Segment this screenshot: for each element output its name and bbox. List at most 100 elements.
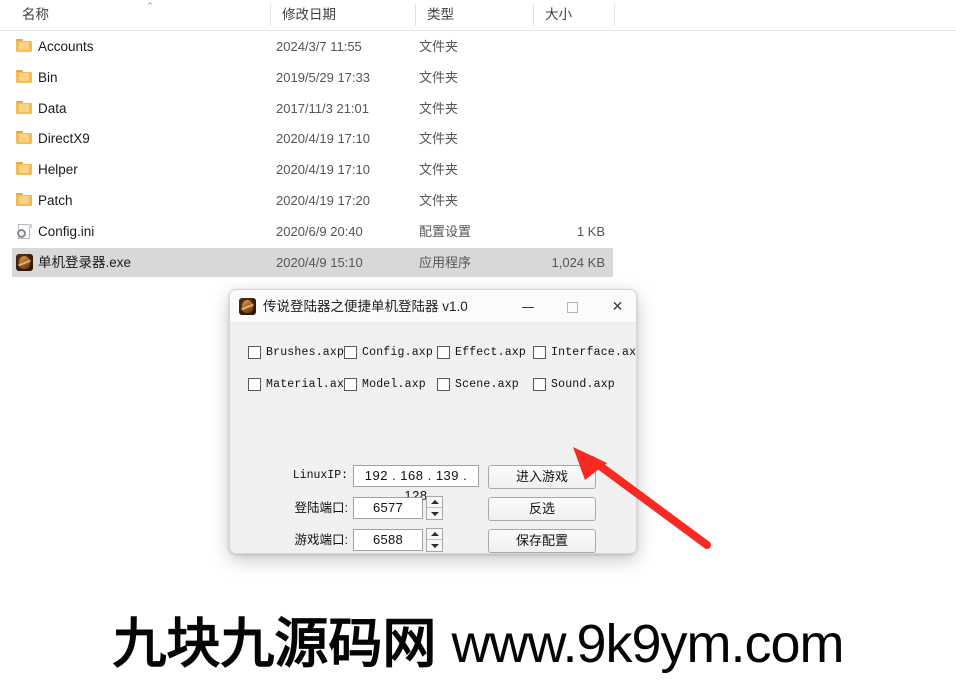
column-divider[interactable] — [614, 4, 615, 26]
stepper-up-button[interactable] — [427, 497, 442, 508]
file-type: 文件夹 — [419, 155, 458, 184]
column-divider[interactable] — [533, 4, 534, 26]
folder-icon — [16, 161, 33, 178]
stepper-up-button[interactable] — [427, 529, 442, 540]
column-header-row: ⌃ 名称 修改日期 类型 大小 — [0, 0, 956, 31]
checkbox-box-icon[interactable] — [248, 378, 261, 391]
file-name: Data — [38, 94, 67, 123]
checkbox-box-icon[interactable] — [248, 346, 261, 359]
table-row[interactable]: Patch 2020/4/19 17:20 文件夹 — [12, 186, 613, 215]
file-type: 应用程序 — [419, 248, 471, 277]
dialog-body: Brushes.axp Config.axp Effect.axp Interface… — [230, 323, 637, 554]
app-icon — [239, 298, 256, 315]
file-modified-date: 2024/3/7 11:55 — [276, 32, 362, 61]
file-size: 1,024 KB — [492, 248, 605, 277]
sort-ascending-icon[interactable]: ⌃ — [144, 2, 156, 10]
checkbox-box-icon[interactable] — [344, 346, 357, 359]
file-name: 单机登录器.exe — [38, 248, 131, 277]
file-modified-date: 2020/4/19 17:10 — [276, 155, 370, 184]
field-label-0: LinuxIP: — [250, 466, 348, 486]
watermark-url: www.9k9ym.com — [451, 614, 843, 674]
dialog-button-0[interactable]: 进入游戏 — [488, 465, 596, 489]
file-size — [492, 124, 605, 153]
file-type: 文件夹 — [419, 94, 458, 123]
file-type: 文件夹 — [419, 124, 458, 153]
table-row[interactable]: Data 2017/11/3 21:01 文件夹 — [12, 94, 613, 123]
checkbox-label: Scene.axp — [455, 377, 519, 393]
port-stepper-1[interactable] — [426, 496, 443, 520]
file-name: Accounts — [38, 32, 94, 61]
file-type: 文件夹 — [419, 32, 458, 61]
file-name: Bin — [38, 63, 58, 92]
file-modified-date: 2017/11/3 21:01 — [276, 94, 369, 123]
table-row[interactable]: Bin 2019/5/29 17:33 文件夹 — [12, 63, 613, 92]
folder-icon — [16, 130, 33, 147]
port-input-2[interactable]: 6588 — [353, 529, 423, 551]
column-header-2[interactable]: 类型 — [417, 0, 454, 29]
column-header-0[interactable]: 名称 — [12, 0, 49, 29]
minimize-button[interactable] — [505, 290, 550, 322]
checkbox-box-icon[interactable] — [344, 378, 357, 391]
dialog-button-1[interactable]: 反选 — [488, 497, 596, 521]
checkbox-box-icon[interactable] — [533, 346, 546, 359]
table-row[interactable]: Accounts 2024/3/7 11:55 文件夹 — [12, 32, 613, 61]
field-label-2: 游戏端口: — [250, 530, 348, 550]
port-stepper-2[interactable] — [426, 528, 443, 552]
folder-icon — [16, 192, 33, 209]
checkbox-box-icon[interactable] — [437, 346, 450, 359]
file-size — [492, 94, 605, 123]
file-size — [492, 155, 605, 184]
checkbox-box-icon[interactable] — [437, 378, 450, 391]
file-type: 配置设置 — [419, 217, 471, 246]
column-divider[interactable] — [270, 4, 271, 26]
stepper-down-button[interactable] — [427, 540, 442, 551]
exe-file-icon — [16, 254, 33, 271]
table-row[interactable]: Helper 2020/4/19 17:10 文件夹 — [12, 155, 613, 184]
checkbox-label: Brushes.axp — [266, 345, 344, 361]
watermark-site-name: 九块九源码网 — [112, 614, 436, 674]
column-header-3[interactable]: 大小 — [535, 0, 572, 29]
file-modified-date: 2020/4/19 17:20 — [276, 186, 370, 215]
file-type: 文件夹 — [419, 186, 458, 215]
column-divider[interactable] — [415, 4, 416, 26]
folder-icon — [16, 69, 33, 86]
table-row[interactable]: DirectX9 2020/4/19 17:10 文件夹 — [12, 124, 613, 153]
file-explorer-list: ⌃ 名称修改日期类型大小 Accounts2024/3/7 11:55文件夹Bi… — [0, 0, 956, 300]
checkbox-label: Material.axp — [266, 377, 351, 393]
file-size — [492, 63, 605, 92]
linux-ip-input[interactable]: 192 . 168 . 139 . 128 — [353, 465, 479, 487]
checkbox-label: Config.axp — [362, 345, 433, 361]
file-type: 文件夹 — [419, 63, 458, 92]
file-modified-date: 2020/4/9 15:10 — [276, 248, 363, 277]
port-input-1[interactable]: 6577 — [353, 497, 423, 519]
stepper-down-button[interactable] — [427, 508, 442, 519]
file-modified-date: 2019/5/29 17:33 — [276, 63, 370, 92]
file-size — [492, 32, 605, 61]
dialog-title-bar[interactable]: 传说登陆器之便捷单机登陆器 v1.0 ✕ — [230, 290, 636, 323]
file-name: Patch — [38, 186, 73, 215]
folder-icon — [16, 100, 33, 117]
checkbox-label: Model.axp — [362, 377, 426, 393]
close-icon[interactable]: ✕ — [595, 290, 637, 322]
file-size — [492, 186, 605, 215]
file-name: Config.ini — [38, 217, 94, 246]
dialog-title: 传说登陆器之便捷单机登陆器 v1.0 — [263, 290, 468, 323]
dialog-button-2[interactable]: 保存配置 — [488, 529, 596, 553]
table-row[interactable]: 单机登录器.exe 2020/4/9 15:10 应用程序 1,024 KB — [12, 248, 613, 277]
file-size: 1 KB — [492, 217, 605, 246]
checkbox-label: Effect.axp — [455, 345, 526, 361]
folder-icon — [16, 38, 33, 55]
field-label-1: 登陆端口: — [250, 498, 348, 518]
file-modified-date: 2020/4/19 17:10 — [276, 124, 370, 153]
checkbox-label: Interface.axp — [551, 345, 637, 361]
file-name: DirectX9 — [38, 124, 90, 153]
maximize-button[interactable] — [550, 290, 595, 322]
launcher-dialog-window: 传说登陆器之便捷单机登陆器 v1.0 ✕ Brushes.axp Config.a… — [229, 289, 637, 554]
checkbox-box-icon[interactable] — [533, 378, 546, 391]
file-modified-date: 2020/6/9 20:40 — [276, 217, 363, 246]
checkbox-label: Sound.axp — [551, 377, 615, 393]
ini-file-icon — [16, 223, 33, 240]
table-row[interactable]: Config.ini 2020/6/9 20:40 配置设置 1 KB — [12, 217, 613, 246]
column-header-1[interactable]: 修改日期 — [272, 0, 336, 29]
file-name: Helper — [38, 155, 78, 184]
